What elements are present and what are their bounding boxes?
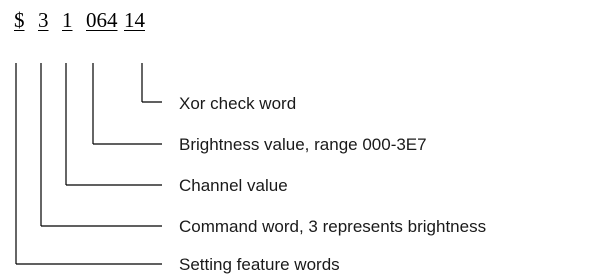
label-brightness: Brightness value, range 000-3E7 (179, 135, 427, 154)
protocol-diagram: $ 3 1 064 14 Xor check word Brightness v… (0, 0, 589, 275)
label-channel: Channel value (179, 176, 288, 195)
label-xor: Xor check word (179, 94, 297, 113)
label-command: Command word, 3 represents brightness (179, 217, 487, 236)
label-feature: Setting feature words (179, 255, 340, 274)
